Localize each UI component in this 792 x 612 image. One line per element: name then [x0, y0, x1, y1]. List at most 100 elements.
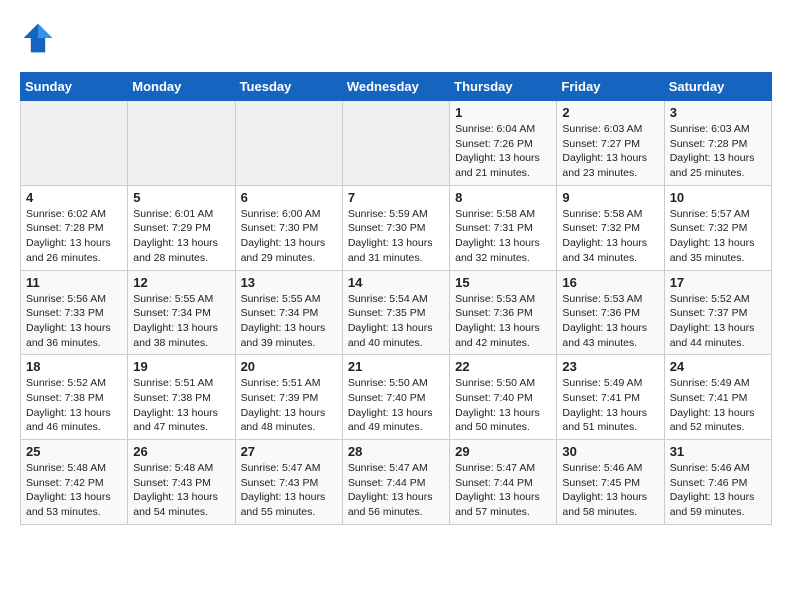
calendar-cell: 7 Sunrise: 5:59 AMSunset: 7:30 PMDaylight…	[342, 185, 449, 270]
cell-content: Sunrise: 6:00 AMSunset: 7:30 PMDaylight:…	[241, 207, 337, 266]
day-number: 15	[455, 275, 551, 290]
day-number: 17	[670, 275, 766, 290]
day-number: 14	[348, 275, 444, 290]
calendar-cell: 10Sunrise: 5:57 AMSunset: 7:32 PMDayligh…	[664, 185, 771, 270]
day-number: 30	[562, 444, 658, 459]
day-number: 31	[670, 444, 766, 459]
cell-content: Sunrise: 5:51 AMSunset: 7:39 PMDaylight:…	[241, 376, 337, 435]
calendar-cell: 25Sunrise: 5:48 AMSunset: 7:42 PMDayligh…	[21, 440, 128, 525]
calendar-cell: 8Sunrise: 5:58 AMSunset: 7:31 PMDaylight…	[450, 185, 557, 270]
calendar-cell	[342, 101, 449, 186]
cell-content: Sunrise: 5:47 AMSunset: 7:43 PMDaylight:…	[241, 461, 337, 520]
cell-content: Sunrise: 5:55 AMSunset: 7:34 PMDaylight:…	[241, 292, 337, 351]
day-number: 5	[133, 190, 229, 205]
day-number: 6	[241, 190, 337, 205]
calendar-cell: 5 Sunrise: 6:01 AMSunset: 7:29 PMDaylight…	[128, 185, 235, 270]
calendar-cell: 1 Sunrise: 6:04 AMSunset: 7:26 PMDaylight…	[450, 101, 557, 186]
page-header	[20, 20, 772, 56]
day-number: 25	[26, 444, 122, 459]
day-number: 20	[241, 359, 337, 374]
day-number: 2	[562, 105, 658, 120]
calendar-cell: 17 Sunrise: 5:52 AMSunset: 7:37 PMDayligh…	[664, 270, 771, 355]
calendar-cell: 28 Sunrise: 5:47 AMSunset: 7:44 PMDayligh…	[342, 440, 449, 525]
calendar-cell: 23 Sunrise: 5:49 AMSunset: 7:41 PMDayligh…	[557, 355, 664, 440]
day-number: 27	[241, 444, 337, 459]
calendar-cell: 18Sunrise: 5:52 AMSunset: 7:38 PMDayligh…	[21, 355, 128, 440]
cell-content: Sunrise: 5:46 AMSunset: 7:46 PMDaylight:…	[670, 461, 766, 520]
calendar-cell: 9 Sunrise: 5:58 AMSunset: 7:32 PMDaylight…	[557, 185, 664, 270]
cell-content: Sunrise: 5:52 AMSunset: 7:37 PMDaylight:…	[670, 292, 766, 351]
day-number: 13	[241, 275, 337, 290]
calendar-cell: 21 Sunrise: 5:50 AMSunset: 7:40 PMDayligh…	[342, 355, 449, 440]
header-day: Monday	[128, 73, 235, 101]
calendar-cell: 16 Sunrise: 5:53 AMSunset: 7:36 PMDayligh…	[557, 270, 664, 355]
calendar-table: SundayMondayTuesdayWednesdayThursdayFrid…	[20, 72, 772, 525]
calendar-cell: 6 Sunrise: 6:00 AMSunset: 7:30 PMDaylight…	[235, 185, 342, 270]
cell-content: Sunrise: 5:53 AMSunset: 7:36 PMDaylight:…	[562, 292, 658, 351]
cell-content: Sunrise: 5:49 AMSunset: 7:41 PMDaylight:…	[670, 376, 766, 435]
day-number: 26	[133, 444, 229, 459]
calendar-cell: 31 Sunrise: 5:46 AMSunset: 7:46 PMDayligh…	[664, 440, 771, 525]
cell-content: Sunrise: 5:49 AMSunset: 7:41 PMDaylight:…	[562, 376, 658, 435]
calendar-cell	[235, 101, 342, 186]
header-row: SundayMondayTuesdayWednesdayThursdayFrid…	[21, 73, 772, 101]
day-number: 3	[670, 105, 766, 120]
logo-icon	[20, 20, 56, 56]
calendar-cell: 2 Sunrise: 6:03 AMSunset: 7:27 PMDaylight…	[557, 101, 664, 186]
day-number: 1	[455, 105, 551, 120]
day-number: 9	[562, 190, 658, 205]
calendar-cell: 22 Sunrise: 5:50 AMSunset: 7:40 PMDayligh…	[450, 355, 557, 440]
cell-content: Sunrise: 5:52 AMSunset: 7:38 PMDaylight:…	[26, 376, 122, 435]
cell-content: Sunrise: 6:02 AMSunset: 7:28 PMDaylight:…	[26, 207, 122, 266]
calendar-header: SundayMondayTuesdayWednesdayThursdayFrid…	[21, 73, 772, 101]
cell-content: Sunrise: 5:56 AMSunset: 7:33 PMDaylight:…	[26, 292, 122, 351]
calendar-week-row: 25Sunrise: 5:48 AMSunset: 7:42 PMDayligh…	[21, 440, 772, 525]
calendar-week-row: 1 Sunrise: 6:04 AMSunset: 7:26 PMDaylight…	[21, 101, 772, 186]
calendar-week-row: 4 Sunrise: 6:02 AMSunset: 7:28 PMDaylight…	[21, 185, 772, 270]
cell-content: Sunrise: 5:58 AMSunset: 7:32 PMDaylight:…	[562, 207, 658, 266]
day-number: 7	[348, 190, 444, 205]
cell-content: Sunrise: 5:54 AMSunset: 7:35 PMDaylight:…	[348, 292, 444, 351]
calendar-cell: 13 Sunrise: 5:55 AMSunset: 7:34 PMDayligh…	[235, 270, 342, 355]
calendar-cell: 30 Sunrise: 5:46 AMSunset: 7:45 PMDayligh…	[557, 440, 664, 525]
cell-content: Sunrise: 6:03 AMSunset: 7:27 PMDaylight:…	[562, 122, 658, 181]
cell-content: Sunrise: 5:59 AMSunset: 7:30 PMDaylight:…	[348, 207, 444, 266]
cell-content: Sunrise: 5:50 AMSunset: 7:40 PMDaylight:…	[455, 376, 551, 435]
calendar-cell: 12 Sunrise: 5:55 AMSunset: 7:34 PMDayligh…	[128, 270, 235, 355]
cell-content: Sunrise: 5:48 AMSunset: 7:43 PMDaylight:…	[133, 461, 229, 520]
day-number: 11	[26, 275, 122, 290]
header-day: Sunday	[21, 73, 128, 101]
day-number: 10	[670, 190, 766, 205]
day-number: 4	[26, 190, 122, 205]
day-number: 28	[348, 444, 444, 459]
calendar-cell: 29 Sunrise: 5:47 AMSunset: 7:44 PMDayligh…	[450, 440, 557, 525]
day-number: 21	[348, 359, 444, 374]
calendar-cell: 14 Sunrise: 5:54 AMSunset: 7:35 PMDayligh…	[342, 270, 449, 355]
cell-content: Sunrise: 5:55 AMSunset: 7:34 PMDaylight:…	[133, 292, 229, 351]
header-day: Saturday	[664, 73, 771, 101]
day-number: 16	[562, 275, 658, 290]
day-number: 23	[562, 359, 658, 374]
day-number: 22	[455, 359, 551, 374]
calendar-cell: 27 Sunrise: 5:47 AMSunset: 7:43 PMDayligh…	[235, 440, 342, 525]
cell-content: Sunrise: 5:53 AMSunset: 7:36 PMDaylight:…	[455, 292, 551, 351]
calendar-cell: 15 Sunrise: 5:53 AMSunset: 7:36 PMDayligh…	[450, 270, 557, 355]
header-day: Wednesday	[342, 73, 449, 101]
day-number: 12	[133, 275, 229, 290]
calendar-week-row: 11 Sunrise: 5:56 AMSunset: 7:33 PMDayligh…	[21, 270, 772, 355]
day-number: 19	[133, 359, 229, 374]
cell-content: Sunrise: 5:47 AMSunset: 7:44 PMDaylight:…	[348, 461, 444, 520]
cell-content: Sunrise: 5:46 AMSunset: 7:45 PMDaylight:…	[562, 461, 658, 520]
calendar-body: 1 Sunrise: 6:04 AMSunset: 7:26 PMDaylight…	[21, 101, 772, 525]
cell-content: Sunrise: 5:50 AMSunset: 7:40 PMDaylight:…	[348, 376, 444, 435]
calendar-cell: 4 Sunrise: 6:02 AMSunset: 7:28 PMDaylight…	[21, 185, 128, 270]
calendar-cell: 24Sunrise: 5:49 AMSunset: 7:41 PMDayligh…	[664, 355, 771, 440]
header-day: Thursday	[450, 73, 557, 101]
calendar-cell: 26 Sunrise: 5:48 AMSunset: 7:43 PMDayligh…	[128, 440, 235, 525]
calendar-cell: 20 Sunrise: 5:51 AMSunset: 7:39 PMDayligh…	[235, 355, 342, 440]
header-day: Tuesday	[235, 73, 342, 101]
cell-content: Sunrise: 6:01 AMSunset: 7:29 PMDaylight:…	[133, 207, 229, 266]
cell-content: Sunrise: 6:04 AMSunset: 7:26 PMDaylight:…	[455, 122, 551, 181]
day-number: 29	[455, 444, 551, 459]
cell-content: Sunrise: 5:47 AMSunset: 7:44 PMDaylight:…	[455, 461, 551, 520]
